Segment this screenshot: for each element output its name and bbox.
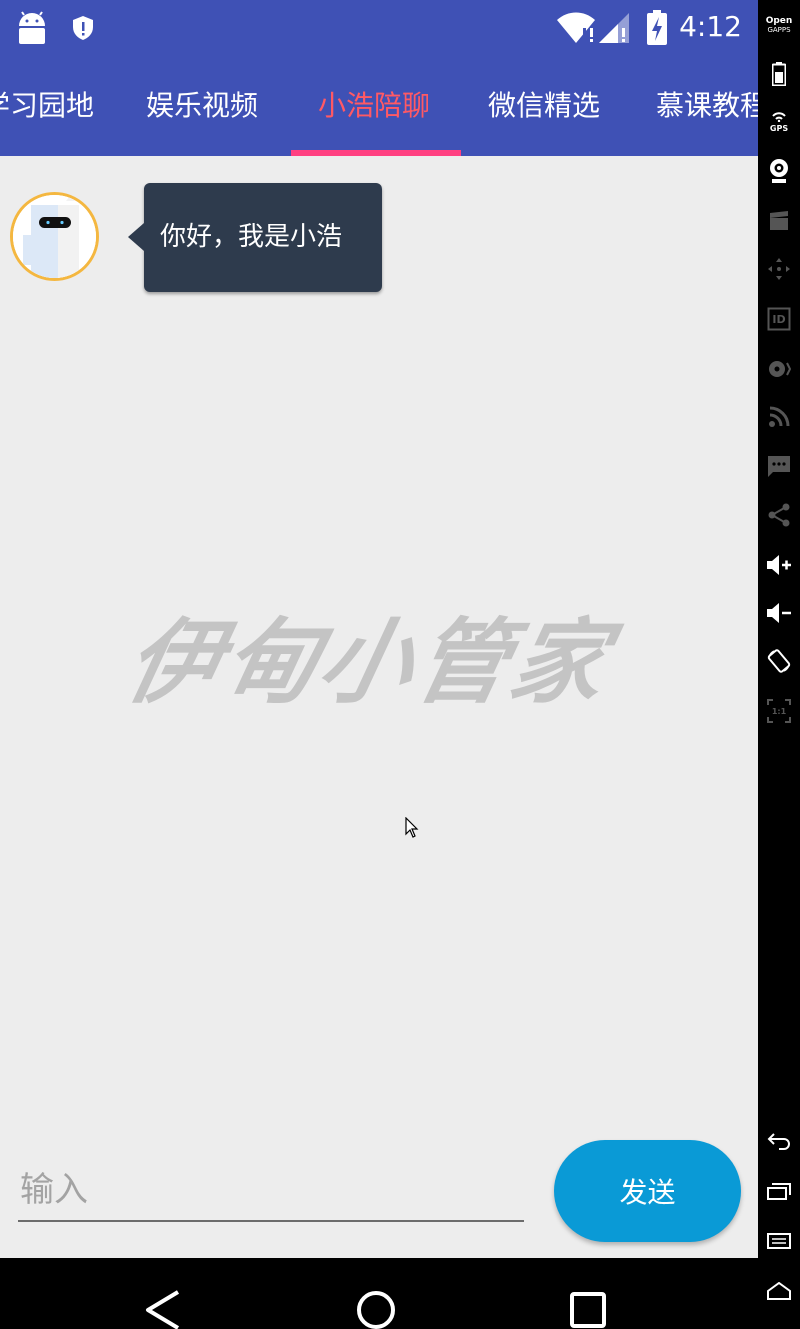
chat-area[interactable]: 你好，我是小浩 伊甸小管家 [0, 156, 758, 1258]
battery-charging-icon [646, 10, 668, 50]
move-icon[interactable] [758, 254, 800, 284]
tab-mooc[interactable]: 慕课教程 [656, 56, 758, 156]
gps-button[interactable]: GPS [758, 108, 800, 136]
robot-icon [13, 195, 96, 278]
menu-icon[interactable] [758, 1228, 800, 1254]
gps-label: GPS [769, 124, 789, 133]
share-icon[interactable] [758, 500, 800, 530]
back-button-icon[interactable] [758, 1128, 800, 1154]
bot-message-bubble: 你好，我是小浩 [128, 183, 382, 292]
volume-down-icon[interactable] [758, 598, 800, 628]
volume-up-icon[interactable] [758, 550, 800, 580]
message-input[interactable] [18, 1160, 524, 1222]
rss-icon[interactable] [758, 402, 800, 432]
overview-icon[interactable] [758, 1178, 800, 1204]
open-gapps-button[interactable]: Open GAPPS [758, 14, 800, 38]
status-bar: 4:12 [0, 0, 758, 56]
tab-study[interactable]: 学习园地 [0, 56, 94, 156]
device-id-button[interactable]: ID [758, 304, 800, 334]
media-icon[interactable] [758, 354, 800, 384]
message-text: 你好，我是小浩 [160, 222, 343, 252]
tab-chat[interactable]: 小浩陪聊 [318, 56, 430, 156]
status-time: 4:12 [679, 10, 742, 43]
send-button[interactable]: 发送 [554, 1140, 741, 1242]
home-icon[interactable] [354, 1258, 398, 1329]
phone-screen: 4:12 学习园地 娱乐视频 小浩陪聊 微信精选 慕课教程 你好，我是小浩 [0, 0, 758, 1329]
scale-label: 1:1 [771, 706, 787, 716]
back-icon[interactable] [140, 1258, 186, 1329]
sms-icon[interactable] [758, 452, 800, 482]
signal-icon [598, 12, 630, 48]
tab-bar: 学习园地 娱乐视频 小浩陪聊 微信精选 慕课教程 [0, 56, 758, 156]
navigation-bar [0, 1258, 758, 1329]
bot-avatar[interactable] [10, 192, 99, 281]
watermark-text: 伊甸小管家 [116, 608, 620, 716]
tab-wechat[interactable]: 微信精选 [488, 56, 600, 156]
recents-icon[interactable] [568, 1258, 608, 1329]
battery-icon[interactable] [758, 60, 800, 88]
gps-icon [772, 112, 786, 122]
wifi-icon [556, 12, 596, 48]
id-label: ID [772, 312, 786, 326]
rotate-icon[interactable] [758, 646, 800, 676]
emulator-toolbar: Open GAPPS GPS ID 1:1 [758, 0, 800, 1329]
scale-button[interactable]: 1:1 [758, 696, 800, 726]
gapps-label-1: Open [765, 16, 793, 26]
home-button-icon[interactable] [758, 1278, 800, 1304]
tab-entertainment[interactable]: 娱乐视频 [146, 56, 258, 156]
shield-icon [72, 15, 94, 45]
camera-icon[interactable] [758, 156, 800, 186]
mouse-cursor-icon [405, 816, 419, 843]
video-capture-icon[interactable] [758, 206, 800, 236]
gapps-label-2: GAPPS [767, 26, 791, 34]
android-icon [16, 11, 48, 49]
